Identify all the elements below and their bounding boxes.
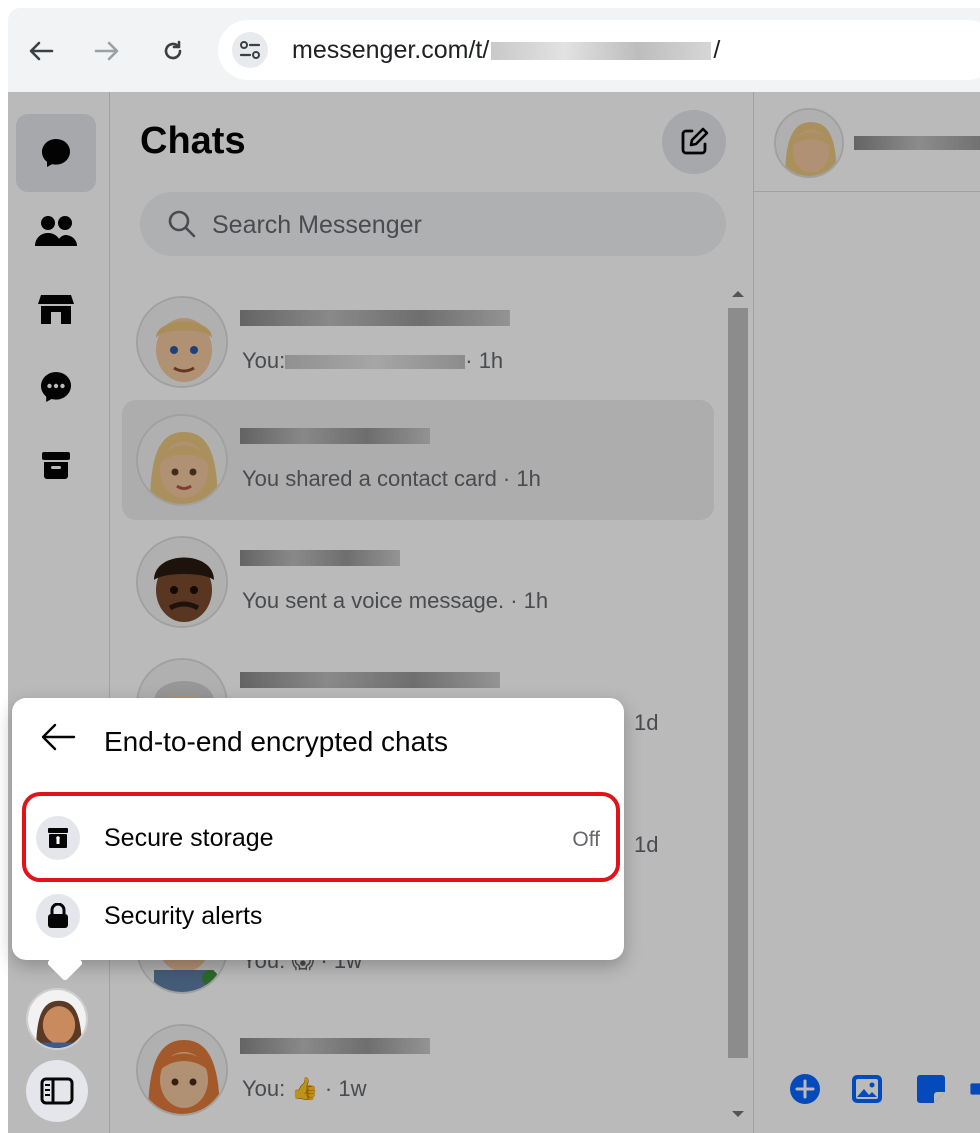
reload-icon (164, 40, 182, 60)
site-info-icon[interactable] (232, 32, 268, 68)
chat-preview: You shared a contact card · 1h (242, 466, 541, 491)
rail-item-chats[interactable] (16, 114, 96, 192)
chat-preview-time: 1d (634, 710, 659, 735)
rail-item-archive[interactable] (16, 426, 96, 504)
url-suffix: / (713, 36, 721, 64)
chat-list-pane: Chats Search Messenger You: · 1h You shar… (110, 92, 754, 1133)
chat-preview-time: 1d (634, 832, 659, 857)
rail-item-message-requests[interactable] (16, 348, 96, 426)
chat-preview: You: 👍 · 1w (242, 1076, 367, 1101)
sticker-icon[interactable] (914, 1072, 948, 1106)
redacted-name (240, 672, 500, 688)
search-input[interactable]: Search Messenger (140, 192, 726, 256)
chat-preview: You sent a voice message. · 1h (242, 588, 549, 613)
url-text: messenger.com/t/ / (292, 36, 720, 65)
chat-row[interactable]: You: · 1h (122, 282, 714, 402)
search-placeholder: Search Messenger (212, 211, 422, 239)
scroll-down-icon[interactable] (724, 1104, 752, 1124)
redacted-name (240, 1038, 430, 1054)
redacted-name (240, 550, 400, 566)
profile-avatar-button[interactable] (26, 988, 88, 1050)
compose-icon (681, 127, 709, 155)
message-request-icon (41, 372, 71, 402)
menu-item-label: Security alerts (104, 902, 263, 930)
url-prefix: messenger.com/t/ (292, 36, 490, 64)
redacted-url-segment (491, 42, 712, 61)
gif-icon[interactable] (970, 1072, 980, 1106)
browser-toolbar: messenger.com/t/ / (8, 8, 980, 92)
address-bar[interactable]: messenger.com/t/ / (218, 20, 980, 80)
toggle-sidebar-button[interactable] (26, 1060, 88, 1122)
chat-row[interactable]: You: 👍 · 1w (122, 1010, 714, 1130)
avatar (136, 1024, 228, 1116)
rail-item-people[interactable] (16, 192, 96, 270)
back-button[interactable] (26, 36, 56, 66)
conversation-avatar[interactable] (774, 108, 844, 178)
chat-row[interactable]: You sent a voice message. · 1h (122, 522, 714, 642)
thumbs-up-icon: 👍 (291, 1076, 319, 1101)
search-icon (168, 210, 196, 238)
back-button[interactable] (40, 722, 76, 760)
people-icon (35, 216, 77, 246)
chat-row-selected[interactable]: You shared a contact card · 1h (122, 400, 714, 520)
rail-item-marketplace[interactable] (16, 270, 96, 348)
chat-preview: You: · 1h (242, 348, 504, 373)
sidebar-panel-icon (40, 1077, 74, 1105)
avatar (136, 296, 228, 388)
reload-button[interactable] (158, 36, 188, 66)
plus-circle-icon[interactable] (788, 1072, 822, 1106)
redacted-conversation-name (854, 136, 980, 150)
chat-list-scrollbar[interactable] (724, 278, 752, 1133)
menu-title: End-to-end encrypted chats (104, 726, 448, 757)
redacted-name (240, 428, 430, 444)
image-icon[interactable] (850, 1072, 884, 1106)
scroll-thumb[interactable] (728, 308, 748, 1058)
store-icon (38, 295, 74, 324)
conversation-header (754, 92, 980, 192)
new-message-button[interactable] (662, 110, 726, 174)
arrow-left-icon (41, 723, 76, 751)
archive-icon (42, 452, 70, 479)
forward-button[interactable] (92, 36, 122, 66)
lock-icon (36, 894, 80, 938)
conversation-pane (754, 92, 980, 1133)
arrow-right-icon (94, 41, 119, 61)
messenger-app: Chats Search Messenger You: · 1h You shar… (8, 92, 980, 1133)
highlight-annotation (22, 792, 620, 882)
redacted-name (240, 310, 510, 326)
nav-rail (8, 92, 110, 1133)
arrow-left-icon (29, 41, 54, 61)
security-alerts-menu-item[interactable]: Security alerts (22, 880, 614, 952)
avatar (136, 536, 228, 628)
scroll-up-icon[interactable] (724, 284, 752, 304)
chat-bubble-icon (42, 139, 70, 167)
page-title: Chats (140, 120, 246, 162)
avatar (136, 414, 228, 506)
